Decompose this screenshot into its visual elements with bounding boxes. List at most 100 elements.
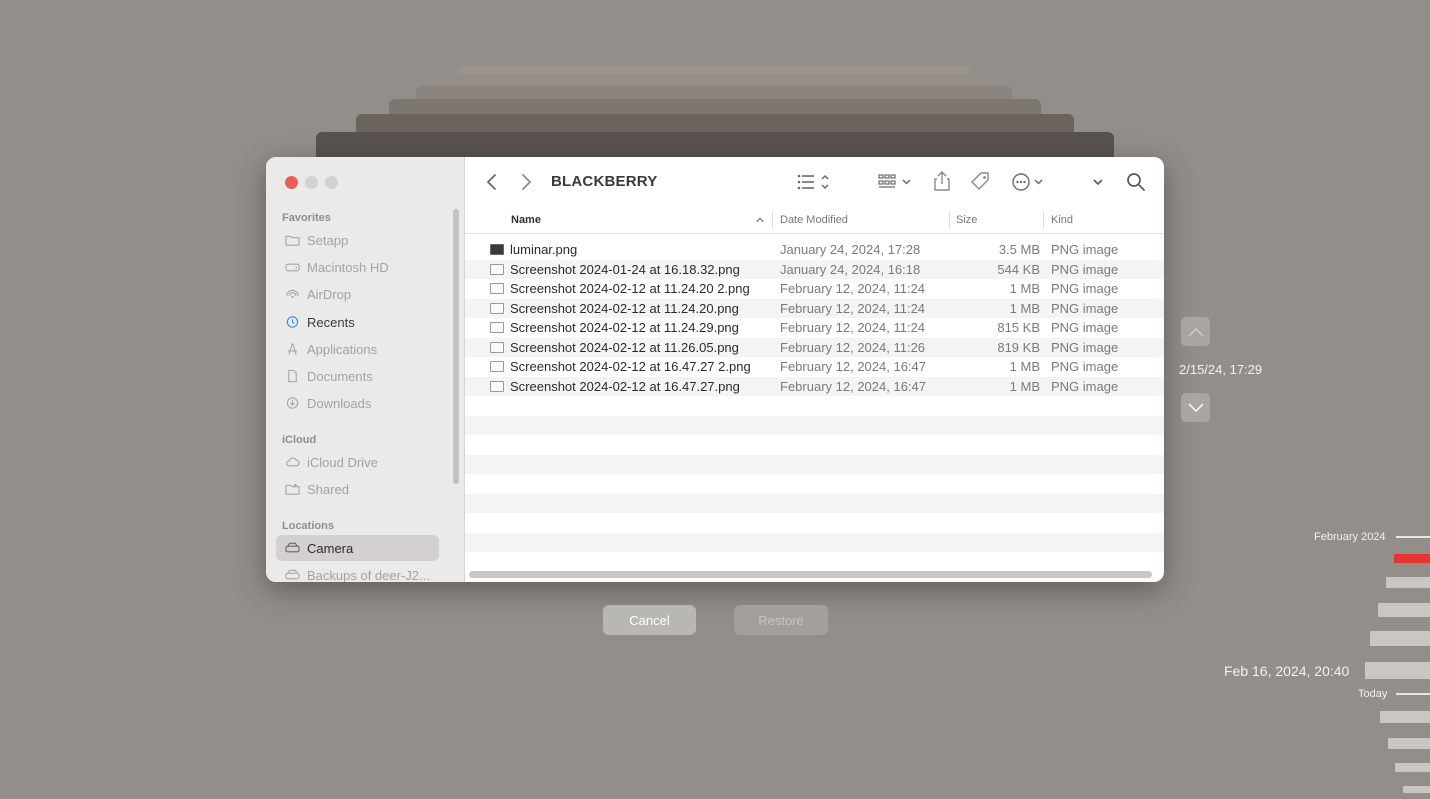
sidebar-item-shared[interactable]: Shared: [276, 476, 439, 502]
file-date: February 12, 2024, 11:26: [780, 339, 926, 355]
older-snapshot-button[interactable]: [1181, 393, 1210, 422]
timeline-tick[interactable]: [1396, 693, 1430, 695]
file-row[interactable]: Screenshot 2024-02-12 at 11.24.29.png Feb…: [465, 318, 1164, 338]
sidebar-item-airdrop[interactable]: AirDrop: [276, 281, 439, 307]
image-file-icon: [490, 302, 504, 314]
cloud-icon: [284, 455, 300, 469]
chevron-down-icon: [1093, 179, 1103, 186]
timeline-tick-current[interactable]: [1394, 554, 1430, 563]
current-snapshot-time: Feb 16, 2024, 20:40: [1224, 663, 1350, 679]
file-row[interactable]: Screenshot 2024-02-12 at 11.24.20.png Feb…: [465, 298, 1164, 318]
sidebar-item-label: Documents: [307, 368, 373, 384]
sidebar-item-applications[interactable]: Applications: [276, 336, 439, 362]
column-divider[interactable]: [772, 211, 773, 229]
back-button[interactable]: [485, 171, 499, 193]
image-file-icon: [490, 263, 504, 275]
file-kind: PNG image: [1051, 281, 1119, 297]
timeline-tick[interactable]: [1365, 662, 1430, 679]
column-header-date[interactable]: Date Modified: [780, 214, 848, 226]
sidebar-item-label: Macintosh HD: [307, 259, 389, 275]
sidebar-item-macintosh-hd[interactable]: Macintosh HD: [276, 254, 439, 280]
file-kind: PNG image: [1051, 320, 1119, 336]
file-name: Screenshot 2024-02-12 at 11.24.20 2.png: [510, 281, 750, 297]
horizontal-scrollbar[interactable]: [469, 571, 1152, 578]
zoom-button[interactable]: [325, 176, 338, 189]
grid-icon: [878, 174, 911, 188]
snapshot-time: 2/15/24, 17:29: [1179, 362, 1263, 377]
sidebar-item-icloud-drive[interactable]: iCloud Drive: [276, 449, 439, 475]
newer-snapshot-button[interactable]: [1181, 317, 1210, 346]
sidebar-item-label: Shared: [307, 481, 349, 497]
sort-ascending-icon: [756, 217, 764, 223]
file-date: February 12, 2024, 11:24: [780, 281, 926, 297]
file-row[interactable]: Screenshot 2024-02-12 at 16.47.27.png Feb…: [465, 376, 1164, 396]
toolbar-overflow-button[interactable]: [1091, 171, 1105, 193]
timeline-tick[interactable]: [1388, 738, 1430, 749]
empty-row: [465, 474, 1164, 494]
file-row[interactable]: luminar.png January 24, 2024, 17:28 3.5 MB…: [465, 240, 1164, 260]
sidebar-item-downloads[interactable]: Downloads: [276, 390, 439, 416]
column-header-name[interactable]: Name: [511, 214, 541, 226]
sidebar-scrollbar[interactable]: [453, 209, 459, 484]
file-name: Screenshot 2024-02-12 at 16.47.27 2.png: [510, 359, 751, 375]
file-row[interactable]: Screenshot 2024-02-12 at 11.26.05.png Feb…: [465, 337, 1164, 357]
applications-icon: [284, 342, 300, 356]
timeline-tick[interactable]: [1370, 631, 1430, 646]
timeline-tick[interactable]: [1403, 786, 1430, 793]
sidebar-item-setapp[interactable]: Setapp: [276, 227, 439, 253]
timeline-tick[interactable]: [1395, 763, 1430, 772]
column-header-kind[interactable]: Kind: [1051, 214, 1073, 226]
file-row[interactable]: Screenshot 2024-01-24 at 16.18.32.png Jan…: [465, 259, 1164, 279]
favorites-header: Favorites: [282, 212, 331, 224]
column-divider[interactable]: [1043, 211, 1044, 229]
forward-button[interactable]: [519, 171, 533, 193]
column-header-size[interactable]: Size: [956, 214, 977, 226]
timeline-tick[interactable]: [1386, 577, 1430, 588]
timeline-tick[interactable]: [1378, 603, 1430, 617]
file-list: luminar.png January 24, 2024, 17:28 3.5 MB…: [465, 240, 1164, 552]
timeline-tick[interactable]: [1380, 711, 1430, 723]
group-button[interactable]: [878, 172, 914, 192]
empty-row: [465, 493, 1164, 513]
sidebar-item-documents[interactable]: Documents: [276, 363, 439, 389]
restore-button[interactable]: Restore: [734, 605, 828, 635]
close-button[interactable]: [285, 176, 298, 189]
ellipsis-circle-icon: [1012, 173, 1043, 191]
file-name: luminar.png: [510, 242, 578, 258]
image-file-icon: [490, 341, 504, 353]
sidebar-item-label: Camera: [307, 540, 354, 556]
minimize-button[interactable]: [305, 176, 318, 189]
file-row[interactable]: Screenshot 2024-02-12 at 11.24.20 2.png F…: [465, 279, 1164, 299]
more-actions-button[interactable]: [1011, 171, 1047, 193]
sidebar-item-backups[interactable]: Backups of deer-J2...: [276, 562, 439, 582]
finder-window: Favorites Setapp Macintosh HD AirDrop Re…: [266, 157, 1164, 582]
external-drive-icon: [284, 541, 300, 555]
image-file-icon: [490, 380, 504, 392]
tag-button[interactable]: [970, 171, 992, 193]
window-title: BLACKBERRY: [551, 173, 658, 190]
file-row[interactable]: Screenshot 2024-02-12 at 16.47.27 2.png F…: [465, 357, 1164, 377]
file-size: 1 MB: [1009, 300, 1040, 316]
file-size: 819 KB: [997, 339, 1040, 355]
share-button[interactable]: [933, 170, 951, 192]
view-options-button[interactable]: [797, 172, 835, 192]
sidebar-item-recents[interactable]: Recents: [276, 309, 439, 335]
shared-folder-icon: [284, 482, 300, 496]
cancel-button[interactable]: Cancel: [603, 605, 696, 635]
folder-icon: [284, 233, 300, 247]
timeline-tick[interactable]: [1396, 536, 1430, 538]
search-icon: [1127, 173, 1145, 191]
column-headers: Name Date Modified Size Kind: [465, 207, 1164, 234]
file-kind: PNG image: [1051, 378, 1119, 394]
file-size: 1 MB: [1009, 378, 1040, 394]
empty-row: [465, 513, 1164, 533]
timeline-month-label: February 2024: [1314, 531, 1386, 543]
sidebar-item-label: Downloads: [307, 395, 372, 411]
sidebar: Favorites Setapp Macintosh HD AirDrop Re…: [266, 157, 465, 582]
column-divider[interactable]: [949, 211, 950, 229]
sidebar-item-label: Applications: [307, 341, 378, 357]
sidebar-item-camera[interactable]: Camera: [276, 535, 439, 561]
search-button[interactable]: [1125, 171, 1147, 193]
file-name: Screenshot 2024-02-12 at 11.26.05.png: [510, 339, 739, 355]
drive-icon: [284, 260, 300, 274]
